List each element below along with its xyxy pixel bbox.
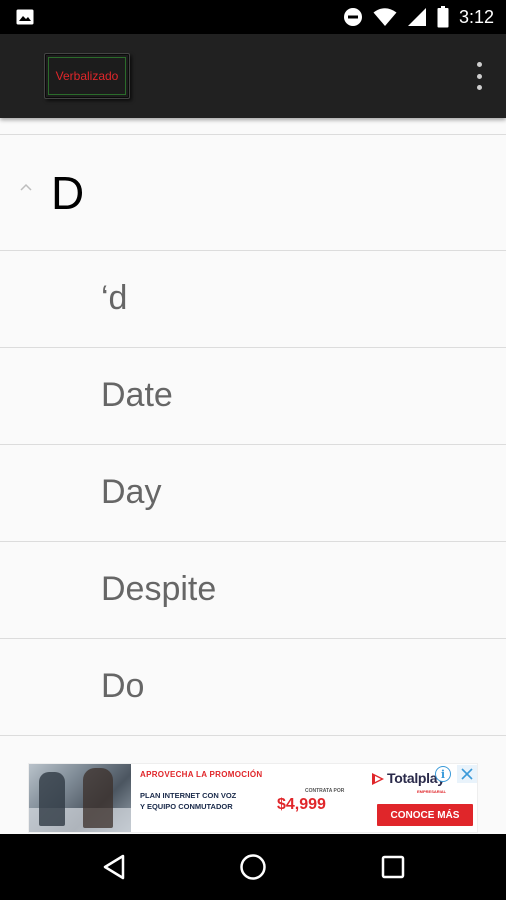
ad-offer-line: Y EQUIPO CONMUTADOR	[140, 802, 233, 811]
list-item-label: Do	[101, 667, 145, 705]
word-list[interactable]: D ‘d Date Day Despite Do	[0, 118, 506, 762]
wifi-icon	[373, 8, 397, 26]
app-logo[interactable]: Verbalizado	[44, 53, 130, 99]
status-time: 3:12	[458, 6, 494, 27]
list-item-label: Date	[101, 376, 173, 414]
ad-creative[interactable]: APROVECHA LA PROMOCIÓN PLAN INTERNET CON…	[28, 763, 478, 833]
home-button[interactable]	[233, 847, 273, 887]
ad-cta-label: CONOCE MÁS	[390, 809, 460, 821]
ad-headline: APROVECHA LA PROMOCIÓN	[140, 770, 263, 779]
close-icon	[461, 768, 473, 780]
image-icon	[16, 9, 34, 25]
back-icon	[103, 854, 125, 880]
overflow-dot	[476, 62, 482, 67]
app-screen: 3:12 Verbalizado D ‘d Date Day Despite D…	[0, 0, 506, 900]
overflow-dot	[476, 85, 482, 90]
ad-info-glyph: i	[440, 767, 446, 781]
app-bar: Verbalizado	[0, 34, 506, 118]
recents-button[interactable]	[373, 847, 413, 887]
list-item-label: Despite	[101, 570, 217, 608]
overflow-menu-icon[interactable]	[474, 62, 484, 90]
list-item[interactable]: Date	[0, 348, 506, 445]
battery-icon	[437, 6, 449, 28]
ad-cta-button[interactable]: CONOCE MÁS	[377, 804, 473, 826]
ad-price: $4,999	[277, 796, 326, 813]
ad-photo-person	[39, 772, 65, 826]
cell-signal-icon	[407, 8, 426, 26]
list-item[interactable]: Day	[0, 445, 506, 542]
ad-photo	[29, 764, 131, 832]
app-logo-text: Verbalizado	[55, 69, 119, 83]
group-header-d[interactable]: D	[0, 136, 506, 251]
list-item[interactable]: Do	[0, 639, 506, 736]
previous-group-partial-row	[0, 118, 506, 135]
status-bar: 3:12	[0, 0, 506, 34]
ad-offer-line: PLAN INTERNET CON VOZ	[140, 791, 237, 800]
chevron-up-icon[interactable]	[19, 180, 33, 194]
list-item-label: Day	[101, 473, 162, 511]
ad-brand-sub: EMPRESARIAL	[417, 789, 447, 794]
ad-close-icon[interactable]	[457, 765, 477, 783]
ad-photo-person	[83, 768, 113, 828]
list-item-label: ‘d	[101, 279, 128, 317]
group-letter: D	[51, 167, 85, 219]
list-item[interactable]: Despite	[0, 542, 506, 639]
recents-icon	[381, 855, 405, 879]
ad-info-icon[interactable]: i	[435, 766, 451, 782]
back-button[interactable]	[94, 847, 134, 887]
totalplay-logo-icon	[372, 773, 384, 785]
ad-banner: APROVECHA LA PROMOCIÓN PLAN INTERNET CON…	[0, 762, 506, 834]
app-logo-frame: Verbalizado	[48, 57, 126, 95]
home-icon	[240, 854, 266, 880]
overflow-dot	[476, 73, 482, 79]
navigation-bar	[0, 834, 506, 900]
list-item[interactable]: ‘d	[0, 251, 506, 348]
ad-contrata-label: CONTRATA POR	[305, 788, 345, 794]
status-icons: 3:12	[343, 0, 494, 34]
do-not-disturb-icon	[343, 8, 362, 26]
